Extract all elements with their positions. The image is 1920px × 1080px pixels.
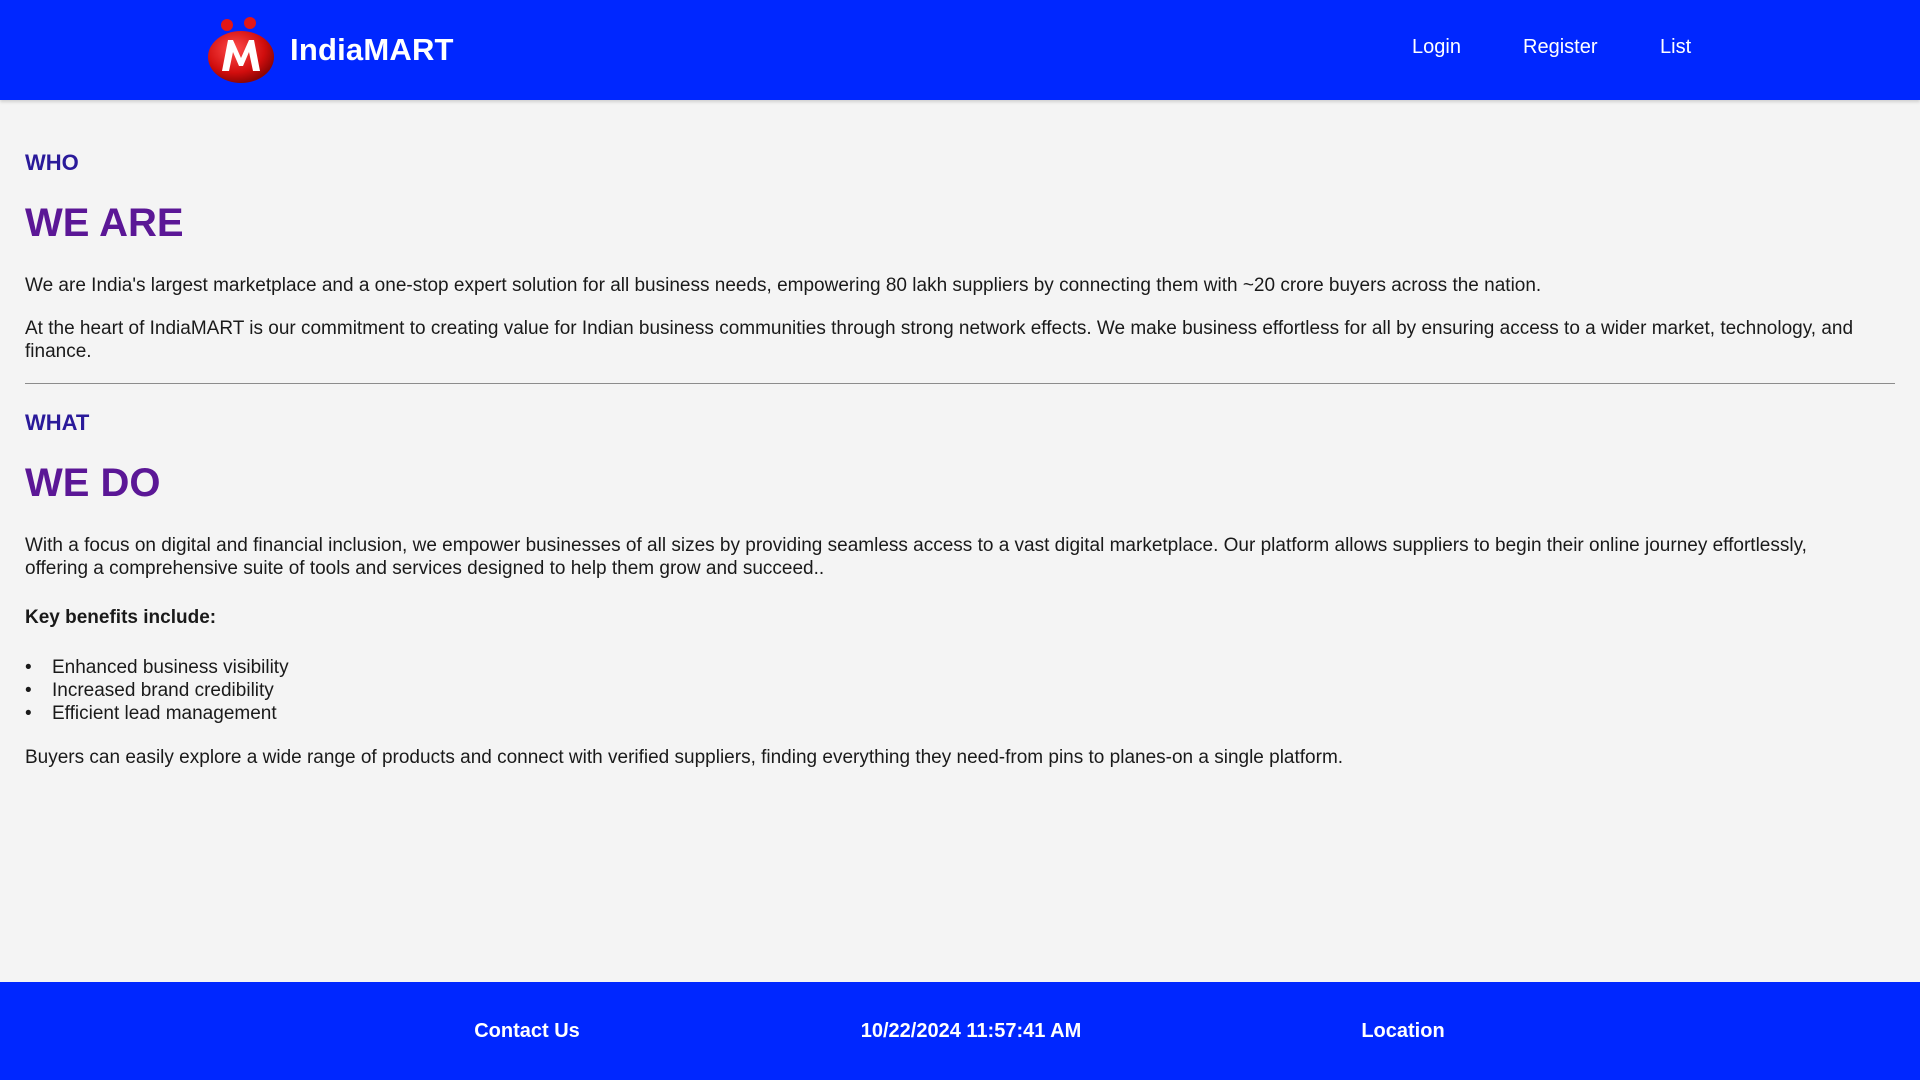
closing-paragraph: Buyers can easily explore a wide range o… xyxy=(25,747,1344,768)
list-link[interactable]: List xyxy=(1660,36,1691,59)
bullet-icon: • xyxy=(25,680,32,701)
who-eyebrow: WHO xyxy=(25,150,79,175)
login-link[interactable]: Login xyxy=(1412,36,1461,59)
what-eyebrow: WHAT xyxy=(25,410,90,435)
list-item: • Increased brand credibility xyxy=(25,679,289,702)
footer-datetime: 10/22/2024 11:57:41 AM xyxy=(860,1020,1082,1042)
benefits-label: Key benefits include: xyxy=(25,607,217,628)
list-item: • Enhanced business visibility xyxy=(25,656,289,679)
brand-name: IndiaMART xyxy=(290,32,454,67)
what-heading: WE DO xyxy=(25,461,161,505)
benefit-text: Increased brand credibility xyxy=(52,680,274,701)
bullet-icon: • xyxy=(25,703,32,724)
benefit-text: Efficient lead management xyxy=(52,703,277,724)
list-item: • Efficient lead management xyxy=(25,702,289,725)
register-link[interactable]: Register xyxy=(1523,36,1597,59)
benefit-text: Enhanced business visibility xyxy=(52,657,289,678)
footer: Contact Us 10/22/2024 11:57:41 AM Locati… xyxy=(0,982,1920,1080)
bullet-icon: • xyxy=(25,657,32,678)
who-paragraph-1: We are India's largest marketplace and a… xyxy=(25,275,1542,296)
brand-home-link[interactable]: IndiaMART xyxy=(206,16,454,84)
who-paragraph-2: At the heart of IndiaMART is our commitm… xyxy=(25,318,1854,362)
contact-us-link[interactable]: Contact Us xyxy=(474,1020,580,1043)
indiamart-logo-icon xyxy=(208,17,274,83)
what-paragraph-1: With a focus on digital and financial in… xyxy=(25,535,1807,579)
page: IndiaMART Login Register List WHO WE ARE… xyxy=(0,0,1920,1080)
benefits-list: • Enhanced business visibility • Increased… xyxy=(25,656,289,725)
location-link[interactable]: Location xyxy=(1361,1020,1444,1043)
who-heading: WE ARE xyxy=(25,201,184,245)
section-divider xyxy=(25,383,1895,384)
top-navbar: IndiaMART Login Register List xyxy=(0,0,1920,100)
